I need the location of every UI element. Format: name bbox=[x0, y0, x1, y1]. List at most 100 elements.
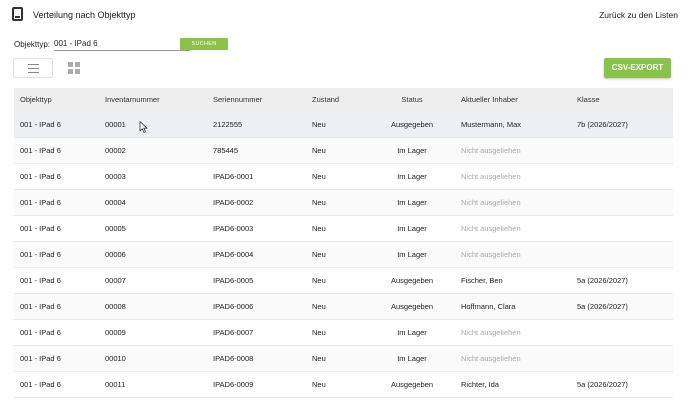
object-type-cell: 001 - IPad 6 bbox=[20, 380, 61, 389]
back-to-lists-link[interactable]: Zurück zu den Listen bbox=[599, 10, 678, 20]
condition-cell: Neu bbox=[312, 328, 326, 337]
table-row[interactable]: 001 - IPad 6 00011 IPAD6-0009 Neu Ausgegeben… bbox=[14, 372, 673, 398]
inventory-number-cell: 00011 bbox=[105, 380, 126, 389]
serial-number-cell: IPAD6-0002 bbox=[213, 198, 254, 207]
status-cell: Im Lager bbox=[397, 328, 427, 337]
object-type-cell: 001 - IPad 6 bbox=[20, 276, 61, 285]
condition-cell: Neu bbox=[312, 224, 326, 233]
table-row[interactable]: 001 - IPad 6 00001 2122555 Neu Ausgegeben Mus… bbox=[14, 112, 673, 138]
status-cell: Ausgegeben bbox=[390, 302, 434, 311]
owner-cell: Richter, Ida bbox=[461, 380, 499, 389]
owner-cell: Nicht ausgeliehen bbox=[461, 172, 521, 181]
object-type-cell: 001 - IPad 6 bbox=[20, 328, 61, 337]
list-icon bbox=[28, 64, 39, 74]
table-header: Objekttyp Inventarnummer Seriennummer Zu… bbox=[14, 88, 673, 112]
object-type-selected-value: 001 - IPad 6 bbox=[54, 39, 98, 48]
inventory-number-cell: 00008 bbox=[105, 302, 126, 311]
table-body: 001 - IPad 6 00001 2122555 Neu Ausgegeben Mus… bbox=[14, 112, 673, 398]
status-cell: Ausgegeben bbox=[390, 120, 434, 129]
owner-cell: Nicht ausgeliehen bbox=[461, 146, 521, 155]
condition-cell: Neu bbox=[312, 146, 326, 155]
condition-cell: Neu bbox=[312, 120, 326, 129]
class-cell: 5a (2026/2027) bbox=[577, 302, 628, 311]
serial-number-cell: IPAD6-0007 bbox=[213, 328, 254, 337]
inventory-number-cell: 00001 bbox=[105, 120, 126, 129]
table-row[interactable]: 001 - IPad 6 00006 IPAD6-0004 Neu Im Lager Ni… bbox=[14, 242, 673, 268]
tablet-icon bbox=[12, 7, 23, 21]
list-view-button[interactable] bbox=[13, 58, 53, 78]
owner-cell: Nicht ausgeliehen bbox=[461, 224, 521, 233]
inventory-number-cell: 00002 bbox=[105, 146, 126, 155]
status-cell: Ausgegeben bbox=[390, 380, 434, 389]
condition-cell: Neu bbox=[312, 172, 326, 181]
condition-cell: Neu bbox=[312, 250, 326, 259]
table-row[interactable]: 001 - IPad 6 00010 IPAD6-0008 Neu Im Lager Ni… bbox=[14, 346, 673, 372]
object-type-cell: 001 - IPad 6 bbox=[20, 146, 61, 155]
inventory-number-cell: 00007 bbox=[105, 276, 126, 285]
class-cell: 7b (2026/2027) bbox=[577, 120, 628, 129]
serial-number-cell: IPAD6-0005 bbox=[213, 276, 254, 285]
object-type-cell: 001 - IPad 6 bbox=[20, 198, 61, 207]
owner-cell: Nicht ausgeliehen bbox=[461, 250, 521, 259]
csv-export-button[interactable]: CSV-EXPORT bbox=[604, 58, 671, 78]
condition-cell: Neu bbox=[312, 302, 326, 311]
table-row[interactable]: 001 - IPad 6 00003 IPAD6-0001 Neu Im Lager Ni… bbox=[14, 164, 673, 190]
inventory-number-cell: 00004 bbox=[105, 198, 126, 207]
condition-cell: Neu bbox=[312, 198, 326, 207]
status-cell: Im Lager bbox=[397, 146, 427, 155]
object-type-select[interactable]: 001 - IPad 6 ▼ bbox=[54, 38, 190, 51]
grid-view-button[interactable] bbox=[64, 58, 84, 78]
page-header: Verteilung nach Objekttyp Zurück zu den … bbox=[0, 0, 690, 32]
status-cell: Ausgegeben bbox=[390, 276, 434, 285]
mouse-cursor-icon bbox=[139, 121, 148, 133]
inventory-number-cell: 00005 bbox=[105, 224, 126, 233]
column-header[interactable]: Status bbox=[372, 88, 452, 112]
owner-cell: Fischer, Ben bbox=[461, 276, 503, 285]
condition-cell: Neu bbox=[312, 380, 326, 389]
object-type-cell: 001 - IPad 6 bbox=[20, 172, 61, 181]
status-cell: Im Lager bbox=[397, 224, 427, 233]
inventory-number-cell: 00003 bbox=[105, 172, 126, 181]
column-header[interactable]: Klasse bbox=[577, 88, 600, 112]
owner-cell: Nicht ausgeliehen bbox=[461, 198, 521, 207]
serial-number-cell: IPAD6-0004 bbox=[213, 250, 254, 259]
inventory-number-cell: 00009 bbox=[105, 328, 126, 337]
table-row[interactable]: 001 - IPad 6 00008 IPAD6-0006 Neu Ausgegeben… bbox=[14, 294, 673, 320]
object-type-cell: 001 - IPad 6 bbox=[20, 354, 61, 363]
object-type-label: Objekttyp: bbox=[14, 40, 51, 49]
inventory-table: Objekttyp Inventarnummer Seriennummer Zu… bbox=[14, 88, 673, 398]
serial-number-cell: 2122555 bbox=[213, 120, 243, 129]
owner-cell: Nicht ausgeliehen bbox=[461, 328, 521, 337]
object-type-cell: 001 - IPad 6 bbox=[20, 302, 61, 311]
condition-cell: Neu bbox=[312, 276, 326, 285]
serial-number-cell: IPAD6-0003 bbox=[213, 224, 254, 233]
column-header[interactable]: Objekttyp bbox=[20, 88, 52, 112]
object-type-cell: 001 - IPad 6 bbox=[20, 120, 61, 129]
status-cell: Im Lager bbox=[397, 354, 427, 363]
table-row[interactable]: 001 - IPad 6 00007 IPAD6-0005 Neu Ausgegeben… bbox=[14, 268, 673, 294]
table-row[interactable]: 001 - IPad 6 00005 IPAD6-0003 Neu Im Lager Ni… bbox=[14, 216, 673, 242]
object-type-cell: 001 - IPad 6 bbox=[20, 250, 61, 259]
column-header[interactable]: Aktueller Inhaber bbox=[461, 88, 518, 112]
serial-number-cell: IPAD6-0006 bbox=[213, 302, 254, 311]
serial-number-cell: IPAD6-0009 bbox=[213, 380, 254, 389]
condition-cell: Neu bbox=[312, 354, 326, 363]
owner-cell: Hoffmann, Clara bbox=[461, 302, 516, 311]
page-title: Verteilung nach Objekttyp bbox=[33, 10, 136, 20]
column-header[interactable]: Seriennummer bbox=[213, 88, 262, 112]
class-cell: 5a (2026/2027) bbox=[577, 380, 628, 389]
serial-number-cell: IPAD6-0001 bbox=[213, 172, 254, 181]
inventory-number-cell: 00006 bbox=[105, 250, 126, 259]
column-header[interactable]: Zustand bbox=[312, 88, 339, 112]
inventory-number-cell: 00010 bbox=[105, 354, 126, 363]
search-button[interactable]: SUCHEN bbox=[180, 38, 228, 50]
status-cell: Im Lager bbox=[397, 172, 427, 181]
grid-icon bbox=[68, 62, 80, 74]
table-row[interactable]: 001 - IPad 6 00004 IPAD6-0002 Neu Im Lager Ni… bbox=[14, 190, 673, 216]
table-row[interactable]: 001 - IPad 6 00002 785445 Neu Im Lager Nicht … bbox=[14, 138, 673, 164]
status-cell: Im Lager bbox=[397, 250, 427, 259]
column-header[interactable]: Inventarnummer bbox=[105, 88, 160, 112]
owner-cell: Mustermann, Max bbox=[461, 120, 522, 129]
table-row[interactable]: 001 - IPad 6 00009 IPAD6-0007 Neu Im Lager Ni… bbox=[14, 320, 673, 346]
status-cell: Im Lager bbox=[397, 198, 427, 207]
